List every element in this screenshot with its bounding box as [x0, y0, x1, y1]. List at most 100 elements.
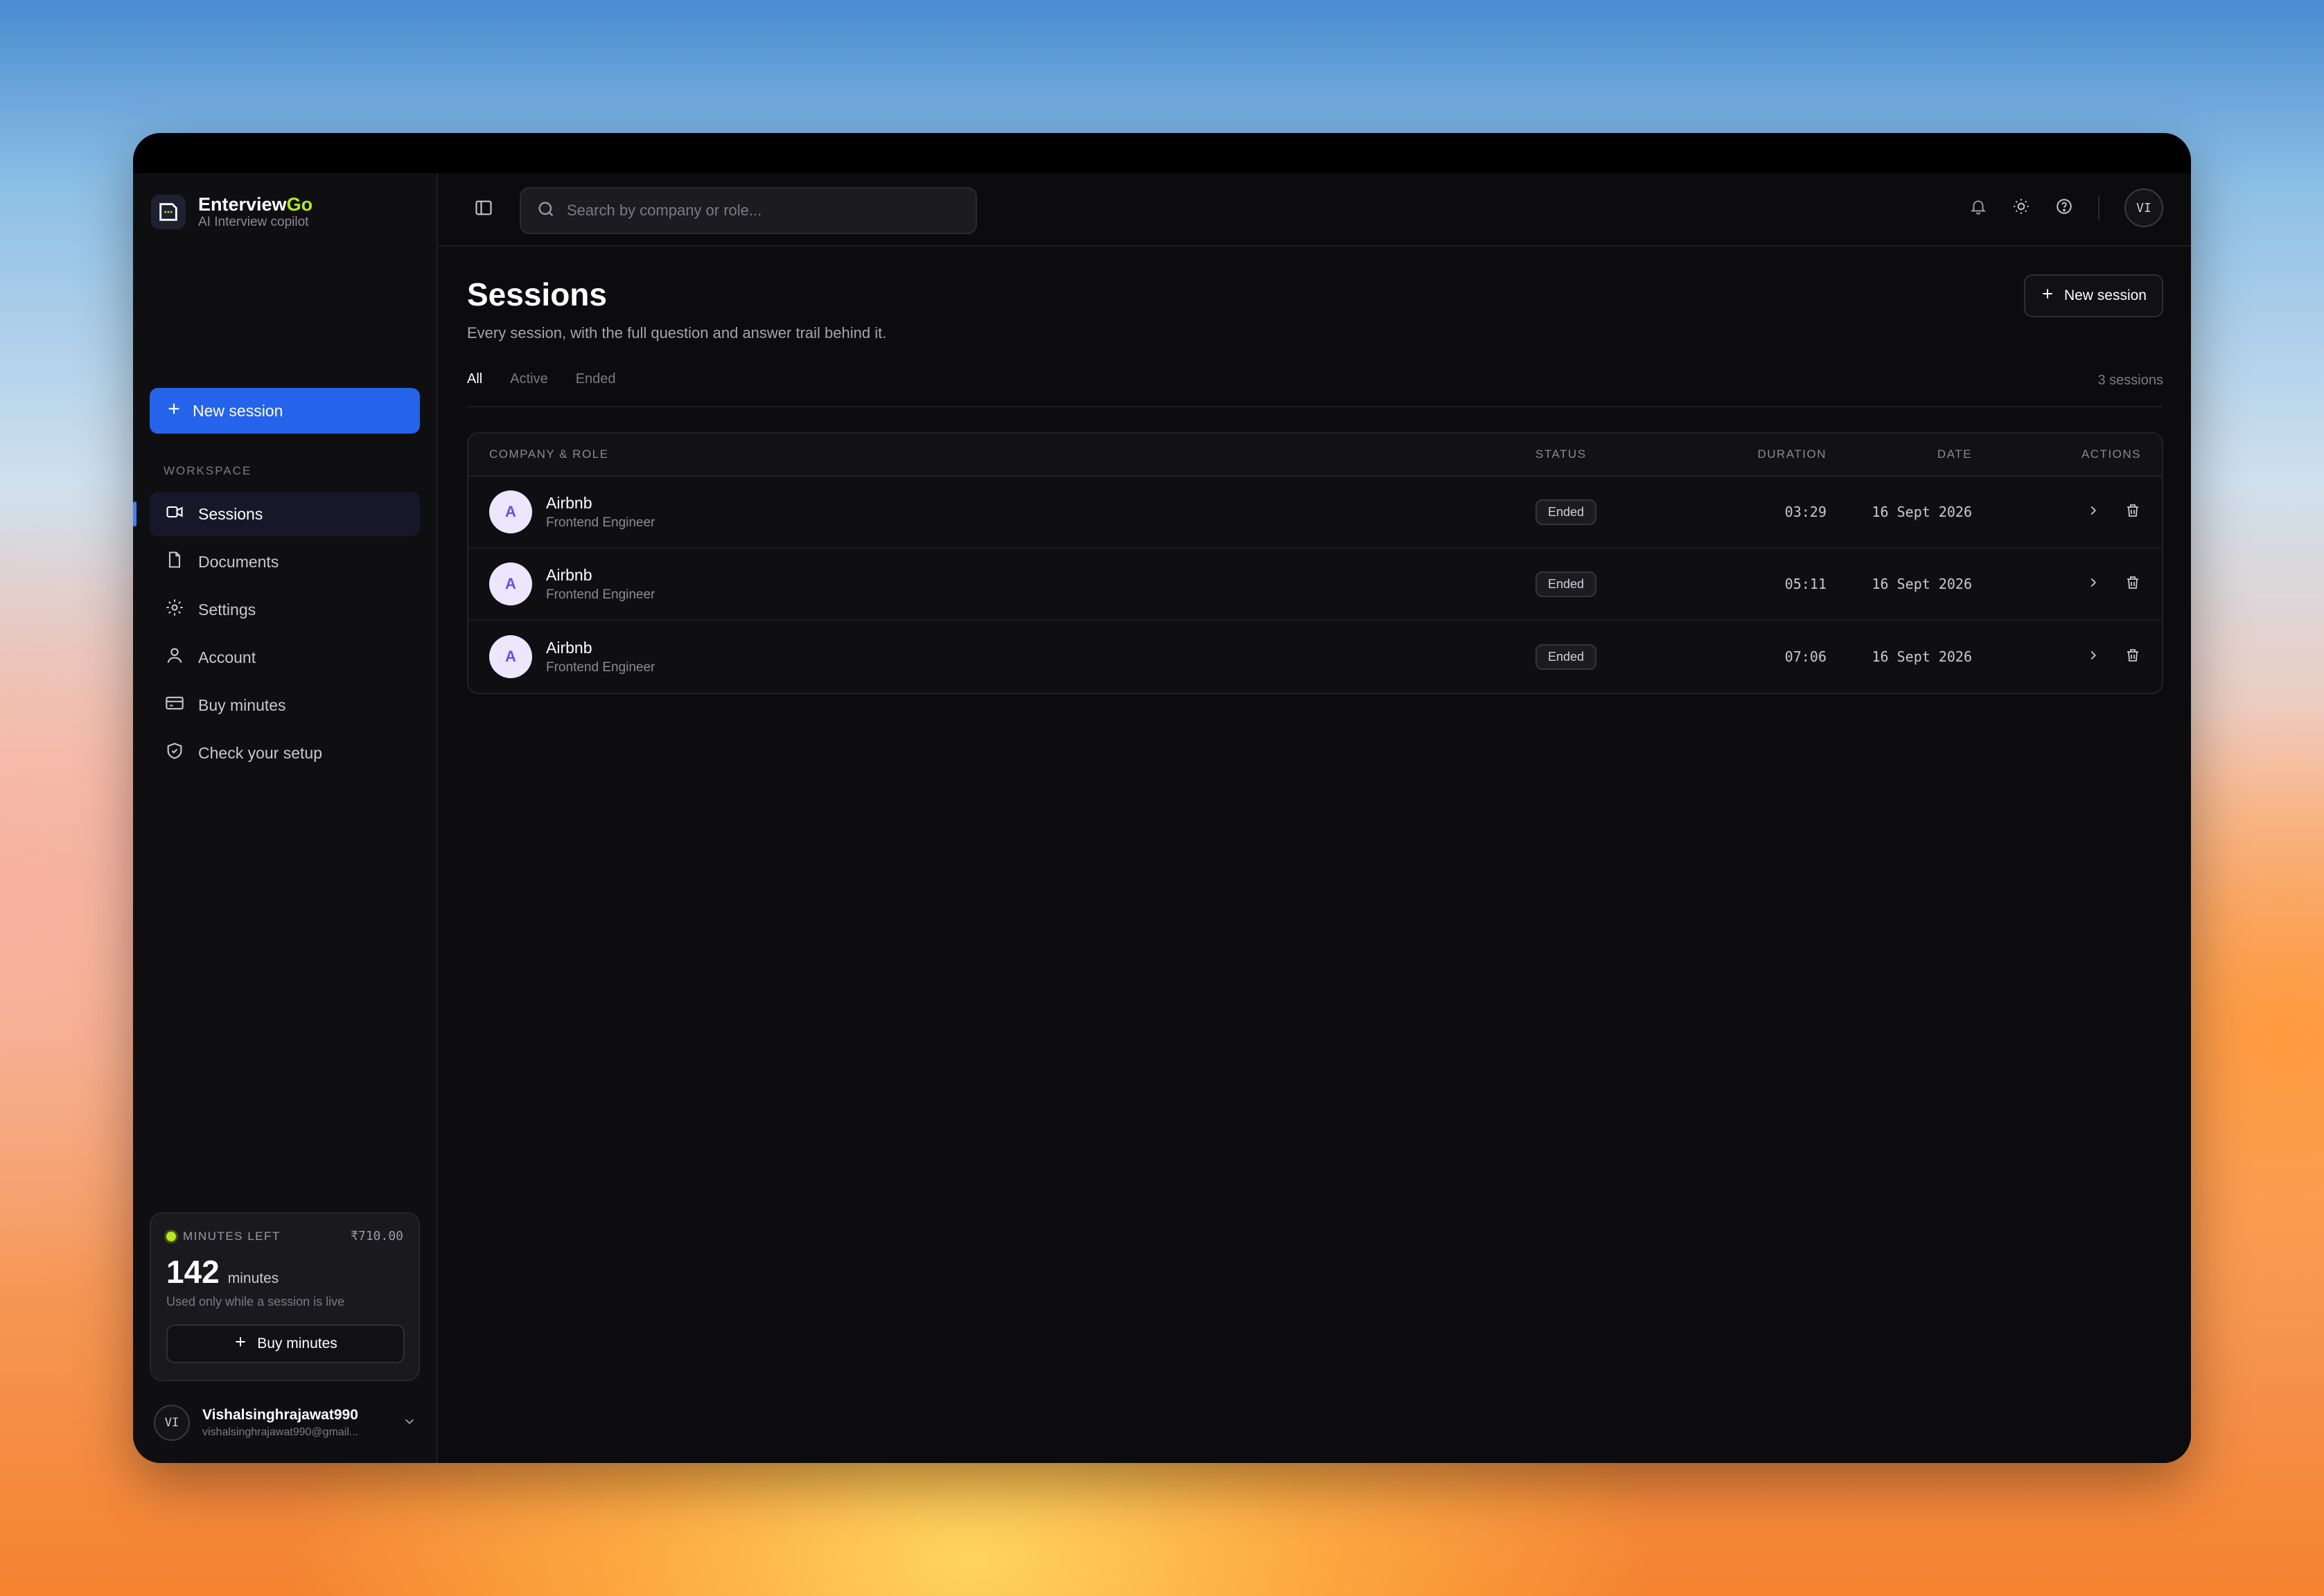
minutes-note: Used only while a session is live: [166, 1295, 345, 1309]
new-session-label: New session: [193, 401, 283, 420]
company-avatar: A: [489, 635, 532, 678]
search-icon: [536, 200, 556, 222]
sidebar-item-label: Documents: [198, 552, 279, 571]
minutes-left-label: MINUTES LEFT: [166, 1230, 281, 1243]
tab-all[interactable]: All: [467, 371, 482, 387]
chevron-right-icon[interactable]: [2086, 503, 2101, 522]
minutes-price: ₹710.00: [351, 1229, 403, 1243]
bell-icon[interactable]: [1969, 197, 1987, 219]
company-avatar: A: [489, 562, 532, 605]
filter-tabs: All Active Ended: [467, 371, 616, 387]
card-icon: [165, 693, 184, 717]
page-subtitle: Every session, with the full question an…: [467, 324, 887, 342]
document-icon: [165, 550, 184, 574]
session-count: 3 sessions: [2097, 373, 2164, 388]
sidebar-item-label: Check your setup: [198, 743, 322, 762]
shield-icon: [165, 741, 184, 765]
trash-icon[interactable]: [2124, 647, 2141, 667]
role-name: Frontend Engineer: [546, 587, 655, 602]
sidebar-item-label: Sessions: [198, 504, 263, 523]
status-badge: Ended: [1535, 644, 1597, 670]
user-icon: [165, 646, 184, 669]
user-name: Vishalsinghrajawat990: [202, 1407, 358, 1423]
tab-active[interactable]: Active: [510, 371, 547, 387]
role-name: Frontend Engineer: [546, 515, 655, 530]
sidebar-item-label: Settings: [198, 600, 256, 619]
search-box: [520, 187, 977, 234]
column-header: ACTIONS: [2081, 447, 2141, 461]
user-menu[interactable]: VI Vishalsinghrajawat990 vishalsinghraja…: [154, 1398, 424, 1448]
brand-subtitle: AI Interview copilot: [198, 215, 309, 229]
company-avatar: A: [489, 490, 532, 533]
gear-icon: [165, 598, 184, 621]
main-content: VI Sessions Every session, with the full…: [438, 173, 2191, 1463]
divider: [2098, 195, 2099, 220]
status-badge: Ended: [1535, 499, 1597, 525]
column-header: STATUS: [1535, 447, 1587, 461]
top-bar: VI: [438, 173, 2191, 247]
video-icon: [165, 502, 184, 526]
trash-icon[interactable]: [2124, 574, 2141, 594]
divider: [467, 406, 2163, 407]
workspace-section-label: WORKSPACE: [164, 464, 252, 477]
help-icon[interactable]: [2055, 197, 2073, 219]
column-header: DURATION: [1757, 447, 1826, 461]
logo-icon: [151, 195, 186, 229]
chevron-right-icon[interactable]: [2086, 648, 2101, 666]
date: 16 Sept 2026: [1872, 648, 1973, 665]
sidebar-item-label: Buy minutes: [198, 695, 286, 714]
brand: EnterviewGo AI Interview copilot: [151, 194, 312, 230]
sidebar-nav: Sessions Documents Settings Account Buy …: [133, 492, 420, 779]
table-row[interactable]: A Airbnb Frontend Engineer Ended 05:11 1…: [468, 549, 2162, 621]
minutes-card: MINUTES LEFT ₹710.00 142 minutes Used on…: [150, 1212, 420, 1381]
sun-icon[interactable]: [2012, 197, 2030, 219]
minutes-value: 142: [166, 1254, 220, 1290]
table-row[interactable]: A Airbnb Frontend Engineer Ended 07:06 1…: [468, 621, 2162, 693]
sidebar-item-documents[interactable]: Documents: [150, 540, 420, 584]
sidebar-item-sessions[interactable]: Sessions: [133, 492, 420, 536]
date: 16 Sept 2026: [1872, 504, 1973, 520]
column-header: DATE: [1937, 447, 1972, 461]
search-input[interactable]: [567, 202, 955, 220]
trash-icon[interactable]: [2124, 502, 2141, 522]
column-header: COMPANY & ROLE: [489, 447, 609, 461]
date: 16 Sept 2026: [1872, 576, 1973, 592]
brand-name: EnterviewGo: [198, 194, 313, 215]
user-email: vishalsinghrajawat990@gmail...: [202, 1426, 359, 1438]
sidebar: EnterviewGo AI Interview copilot New ses…: [133, 173, 438, 1463]
duration: 07:06: [1784, 648, 1826, 665]
duration: 03:29: [1784, 504, 1826, 520]
plus-icon: [166, 401, 182, 420]
table-row[interactable]: A Airbnb Frontend Engineer Ended 03:29 1…: [468, 477, 2162, 549]
duration: 05:11: [1784, 576, 1826, 592]
company-name: Airbnb: [546, 493, 592, 512]
sidebar-toggle-icon[interactable]: [474, 198, 493, 221]
app-window: EnterviewGo AI Interview copilot New ses…: [133, 133, 2191, 1463]
status-dot-icon: [166, 1231, 176, 1241]
top-actions: VI: [1969, 188, 2163, 227]
plus-icon: [2041, 287, 2054, 305]
chevron-right-icon[interactable]: [2086, 575, 2101, 594]
buy-minutes-button[interactable]: Buy minutes: [166, 1324, 405, 1363]
avatar[interactable]: VI: [2124, 188, 2163, 227]
minutes-unit: minutes: [227, 1270, 279, 1286]
sidebar-item-account[interactable]: Account: [150, 635, 420, 680]
sessions-table: COMPANY & ROLE STATUS DURATION DATE ACTI…: [467, 432, 2163, 694]
sidebar-item-label: Account: [198, 648, 256, 666]
sidebar-item-buy-minutes[interactable]: Buy minutes: [150, 683, 420, 727]
role-name: Frontend Engineer: [546, 659, 655, 675]
table-header: COMPANY & ROLE STATUS DURATION DATE ACTI…: [468, 434, 2162, 477]
plus-icon: [234, 1335, 247, 1353]
sidebar-item-check-setup[interactable]: Check your setup: [150, 731, 420, 775]
new-session-button[interactable]: New session: [2023, 274, 2163, 317]
title-bar: [133, 133, 2191, 173]
company-name: Airbnb: [546, 565, 592, 584]
sidebar-new-session-button[interactable]: New session: [150, 388, 420, 434]
company-name: Airbnb: [546, 638, 592, 657]
avatar: VI: [154, 1405, 190, 1441]
status-badge: Ended: [1535, 571, 1597, 597]
page-title: Sessions: [467, 276, 607, 312]
chevron-down-icon[interactable]: [402, 1414, 417, 1433]
tab-ended[interactable]: Ended: [576, 371, 616, 387]
sidebar-item-settings[interactable]: Settings: [150, 587, 420, 632]
